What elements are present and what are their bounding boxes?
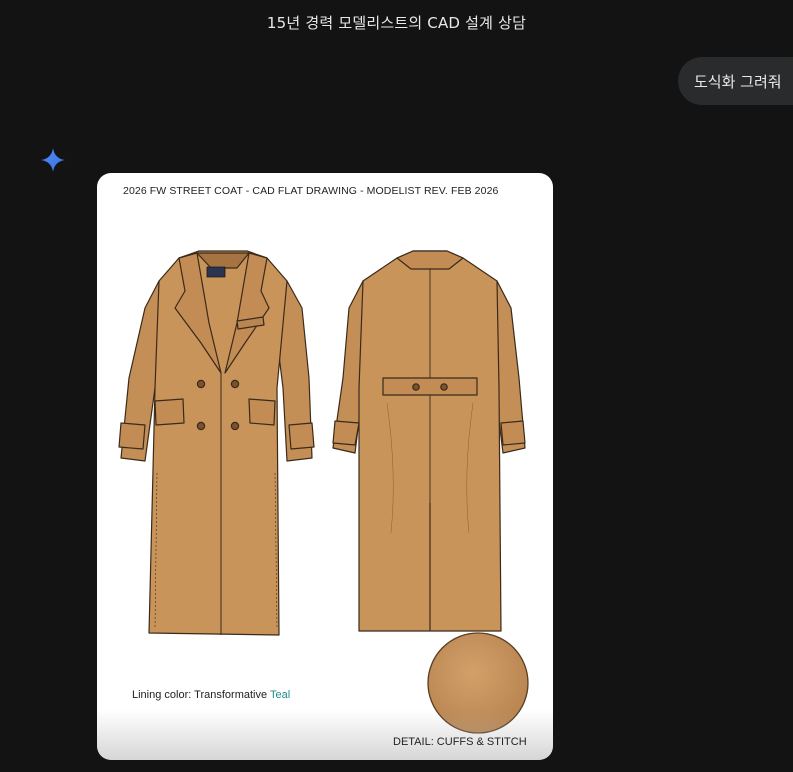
detail-caption: DETAIL: CUFFS & STITCH xyxy=(393,736,527,748)
back-belt-button xyxy=(412,383,420,391)
coat-front-view xyxy=(118,250,315,636)
gemini-sparkle-icon xyxy=(41,148,65,172)
front-button xyxy=(196,379,206,389)
user-message-bubble: 도식화 그려줘 xyxy=(678,57,793,105)
front-right-pocket-flap xyxy=(248,398,276,426)
coat-back-view xyxy=(332,250,526,632)
front-neck-label xyxy=(206,266,226,278)
front-right-cuff xyxy=(288,422,315,450)
back-collar xyxy=(396,250,464,270)
conversation-title: 15년 경력 모델리스트의 CAD 설계 상담 xyxy=(266,14,527,32)
lining-label: Lining color: Transformative xyxy=(132,689,270,701)
back-belt xyxy=(382,377,478,396)
front-button xyxy=(196,421,206,431)
back-right-cuff xyxy=(500,420,526,446)
front-left-cuff xyxy=(118,422,146,450)
user-message-text: 도식화 그려줘 xyxy=(694,72,782,91)
front-button xyxy=(230,379,240,389)
lining-color-name: Teal xyxy=(269,689,291,701)
image-bottom-fade xyxy=(97,710,553,760)
front-left-pocket-flap xyxy=(154,398,185,426)
front-button xyxy=(230,421,240,431)
lining-color-caption: Lining color: Transformative Teal xyxy=(132,689,290,701)
back-left-cuff xyxy=(332,420,360,446)
back-belt-button xyxy=(440,383,448,391)
generated-image-card[interactable]: 2026 FW STREET COAT - CAD FLAT DRAWING -… xyxy=(97,173,553,760)
coat-flat-drawing xyxy=(118,250,529,734)
